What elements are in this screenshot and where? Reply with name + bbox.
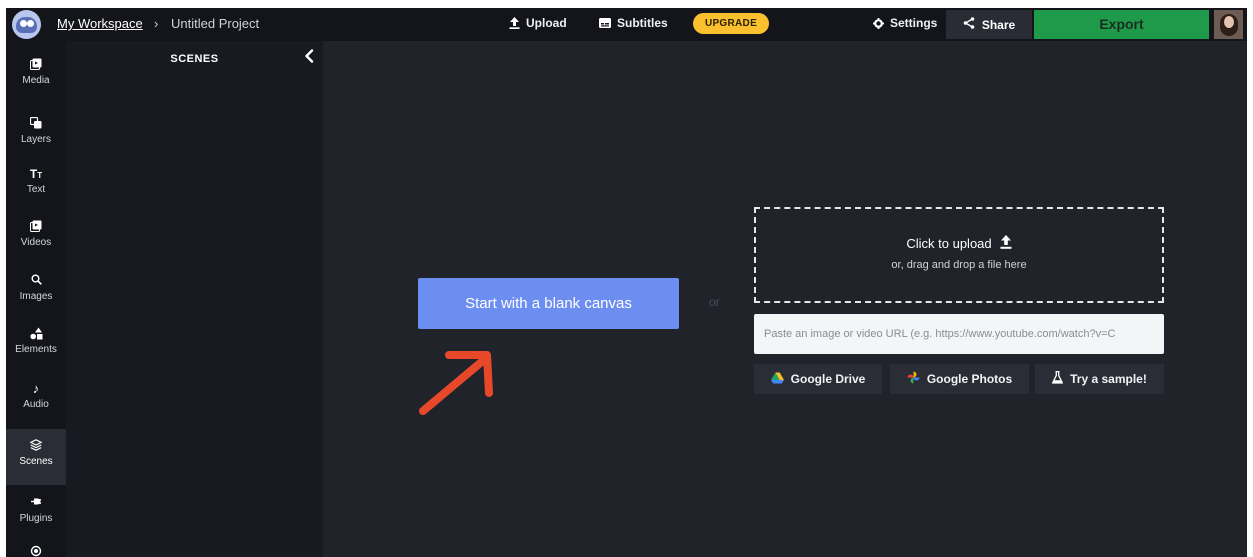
breadcrumb-separator: › <box>154 16 159 31</box>
media-icon <box>29 58 43 72</box>
share-label: Share <box>981 17 1016 32</box>
videos-icon <box>29 220 43 234</box>
sidebar-item-videos[interactable]: Videos <box>6 220 66 260</box>
layers-icon <box>29 116 43 131</box>
upload-dropzone[interactable]: Click to upload or, drag and drop a file… <box>754 207 1164 303</box>
media-url-input[interactable] <box>754 314 1164 354</box>
gear-icon <box>873 17 884 29</box>
sidebar-item-layers[interactable]: Layers <box>6 116 66 157</box>
upload-dropzone-hint: or, drag and drop a file here <box>891 259 1027 271</box>
google-photos-icon <box>907 371 920 387</box>
breadcrumb-workspace-link[interactable]: My Workspace <box>57 16 143 31</box>
or-divider-text: or <box>709 295 720 309</box>
share-icon <box>963 17 975 32</box>
circle-icon <box>29 545 43 557</box>
sidebar-item-label: Images <box>19 291 53 302</box>
plug-icon <box>29 496 43 510</box>
export-button[interactable]: Export <box>1034 10 1209 39</box>
stack-icon <box>29 439 43 453</box>
upload-label: Upload <box>526 16 567 30</box>
sidebar-item-images[interactable]: Images <box>6 274 66 314</box>
sidebar-item-label: Text <box>26 184 46 195</box>
sidebar-item-label: Videos <box>20 237 52 248</box>
sidebar-item-scenes[interactable]: Scenes <box>6 429 66 485</box>
sidebar-item-label: Media <box>22 75 50 86</box>
google-drive-label: Google Drive <box>790 372 866 386</box>
upload-dropzone-main: Click to upload <box>756 235 1162 252</box>
settings-label: Settings <box>890 16 938 30</box>
flask-icon <box>1052 370 1064 387</box>
subtitles-button[interactable]: Subtitles <box>599 16 668 30</box>
annotation-arrow-icon <box>419 351 493 415</box>
search-icon <box>29 274 43 288</box>
sidebar-item-label: Scenes <box>19 456 53 467</box>
subtitles-icon <box>599 18 611 28</box>
upload-dropzone-title: Click to upload <box>906 236 992 251</box>
upload-button[interactable]: Upload <box>509 16 567 30</box>
settings-button[interactable]: Settings <box>873 16 937 30</box>
google-drive-button[interactable]: Google Drive <box>754 364 882 394</box>
upgrade-button[interactable]: UPGRADE <box>693 13 769 34</box>
subtitles-label: Subtitles <box>617 16 668 30</box>
text-icon: TT <box>29 167 43 181</box>
google-photos-label: Google Photos <box>926 372 1013 386</box>
google-photos-button[interactable]: Google Photos <box>890 364 1029 394</box>
scenes-panel: SCENES <box>66 41 323 557</box>
start-blank-canvas-button[interactable]: Start with a blank canvas <box>418 278 679 329</box>
try-sample-button[interactable]: Try a sample! <box>1035 364 1164 394</box>
sidebar-item-label: Elements <box>15 344 57 355</box>
sidebar-item-label: Audio <box>23 399 49 410</box>
app-logo[interactable] <box>12 10 41 39</box>
music-note-icon: ♪ <box>32 381 40 396</box>
user-avatar[interactable] <box>1214 10 1243 39</box>
left-sidebar: Media Layers TT Text Videos Images Eleme… <box>6 41 66 557</box>
top-bar: My Workspace › Untitled Project Upload S… <box>6 8 1247 41</box>
sidebar-item-plugins[interactable]: Plugins <box>6 496 66 536</box>
google-drive-icon <box>770 372 784 387</box>
sidebar-item-text[interactable]: TT Text <box>6 167 66 207</box>
sidebar-item-audio[interactable]: ♪ Audio <box>6 382 66 422</box>
share-button[interactable]: Share <box>946 10 1032 39</box>
chevron-left-icon[interactable] <box>304 49 314 68</box>
scenes-panel-title: SCENES <box>170 53 219 65</box>
sidebar-item-media[interactable]: Media <box>6 58 66 98</box>
sidebar-item-label: Plugins <box>19 513 53 524</box>
upload-icon <box>509 17 520 29</box>
sidebar-item-more[interactable] <box>6 545 66 557</box>
sidebar-item-elements[interactable]: Elements <box>6 327 66 367</box>
sidebar-item-label: Layers <box>20 134 51 145</box>
app-window: My Workspace › Untitled Project Upload S… <box>6 8 1247 557</box>
project-title[interactable]: Untitled Project <box>171 16 259 31</box>
upload-arrow-icon <box>1000 235 1012 252</box>
try-sample-label: Try a sample! <box>1070 372 1147 386</box>
elements-icon <box>29 327 43 341</box>
